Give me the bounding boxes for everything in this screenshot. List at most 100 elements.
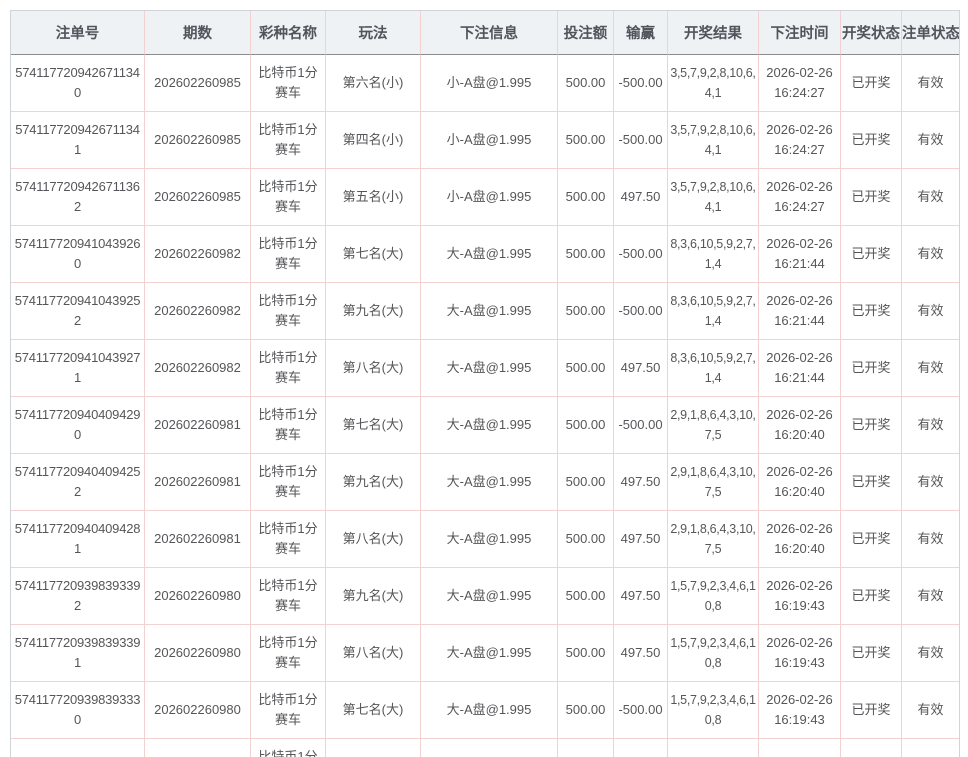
cell-period: 202602260982 <box>145 340 251 397</box>
cell-result: 2,9,1,8,6,4,3,10,7,5 <box>668 511 759 568</box>
cell-lottery: 比特币1分赛车 <box>251 739 326 757</box>
cell-order_id: 5741177209404094290 <box>11 397 145 454</box>
bet-table-body: 5741177209426711340202602260985比特币1分赛车第六… <box>11 55 959 757</box>
cell-bet_info: 大-A盘@1.995 <box>421 283 558 340</box>
cell-result: 5,2,4,9,7,8,3,1 <box>668 739 759 757</box>
cell-order_status: 有效 <box>902 625 959 682</box>
cell-lottery: 比特币1分赛车 <box>251 340 326 397</box>
cell-period: 202602260979 <box>145 739 251 757</box>
cell-win_loss: -500.00 <box>614 112 668 169</box>
cell-win_loss: 497.50 <box>614 568 668 625</box>
cell-amount: 500.00 <box>558 682 614 739</box>
cell-win_loss: -500.00 <box>614 226 668 283</box>
cell-order_id: 5741177209410439252 <box>11 283 145 340</box>
cell-result: 8,3,6,10,5,9,2,7,1,4 <box>668 226 759 283</box>
cell-draw_status: 已开奖 <box>841 568 902 625</box>
cell-play: 第八名(大) <box>326 340 421 397</box>
cell-period: 202602260980 <box>145 625 251 682</box>
cell-period: 202602260981 <box>145 454 251 511</box>
cell-bet_info: 大-A盘@1.995 <box>421 226 558 283</box>
cell-lottery: 比特币1分赛车 <box>251 625 326 682</box>
cell-win_loss: -500.00 <box>614 682 668 739</box>
cell-bet_time: 2026-02-26 16:19:43 <box>759 568 841 625</box>
cell-amount: 500.00 <box>558 340 614 397</box>
cell-result: 3,5,7,9,2,8,10,6,4,1 <box>668 55 759 112</box>
column-header-period: 期数 <box>145 11 251 55</box>
cell-bet_info: 大-A盘@1.995 <box>421 568 558 625</box>
cell-bet_time: 2026-02-26 16:21:44 <box>759 283 841 340</box>
cell-bet_time: 2026-02-26 <box>759 739 841 757</box>
cell-amount: 500.00 <box>558 397 614 454</box>
cell-bet_time: 2026-02-26 16:19:43 <box>759 625 841 682</box>
cell-play: 第七名(大) <box>326 226 421 283</box>
cell-play: 第四名(小) <box>326 112 421 169</box>
cell-draw_status: 已开奖 <box>841 340 902 397</box>
column-header-order_status: 注单状态 <box>902 11 959 55</box>
cell-play: 第八名(大) <box>326 625 421 682</box>
cell-order_status: 有效 <box>902 568 959 625</box>
cell-amount: 500.00 <box>558 568 614 625</box>
cell-win_loss: 497.50 <box>614 340 668 397</box>
cell-bet_time: 2026-02-26 16:24:27 <box>759 169 841 226</box>
bet-records-page: 注单号期数彩种名称玩法下注信息投注额输赢开奖结果下注时间开奖状态注单状态 574… <box>0 0 968 757</box>
cell-draw_status: 已开奖 <box>841 511 902 568</box>
cell-lottery: 比特币1分赛车 <box>251 283 326 340</box>
cell-draw_status: 已开奖 <box>841 226 902 283</box>
table-row: 5741177209410439252202602260982比特币1分赛车第九… <box>11 283 959 340</box>
cell-order_id: 574117720939093 <box>11 739 145 757</box>
cell-bet_time: 2026-02-26 16:21:44 <box>759 226 841 283</box>
table-row: 574117720939093202602260979比特币1分赛车冠军(大)大… <box>11 739 959 757</box>
cell-result: 2,9,1,8,6,4,3,10,7,5 <box>668 454 759 511</box>
column-header-draw_status: 开奖状态 <box>841 11 902 55</box>
cell-amount: 500.00 <box>558 511 614 568</box>
cell-amount: 200.00 <box>558 739 614 757</box>
cell-period: 202602260982 <box>145 283 251 340</box>
cell-bet_info: 大-A盘@1.995 <box>421 682 558 739</box>
cell-win_loss: 497.50 <box>614 625 668 682</box>
column-header-play: 玩法 <box>326 11 421 55</box>
cell-result: 8,3,6,10,5,9,2,7,1,4 <box>668 340 759 397</box>
cell-draw_status: 已开奖 <box>841 112 902 169</box>
cell-lottery: 比特币1分赛车 <box>251 454 326 511</box>
cell-play: 第九名(大) <box>326 283 421 340</box>
cell-bet_time: 2026-02-26 16:24:27 <box>759 112 841 169</box>
table-row: 5741177209426711340202602260985比特币1分赛车第六… <box>11 55 959 112</box>
bet-records-table: 注单号期数彩种名称玩法下注信息投注额输赢开奖结果下注时间开奖状态注单状态 574… <box>10 10 960 757</box>
cell-draw_status: 已开奖 <box>841 55 902 112</box>
table-row: 5741177209410439271202602260982比特币1分赛车第八… <box>11 340 959 397</box>
cell-draw_status: 已开奖 <box>841 397 902 454</box>
table-row: 5741177209426711362202602260985比特币1分赛车第五… <box>11 169 959 226</box>
cell-bet_info: 小-A盘@1.995 <box>421 112 558 169</box>
cell-bet_time: 2026-02-26 16:20:40 <box>759 511 841 568</box>
cell-order_id: 5741177209410439271 <box>11 340 145 397</box>
cell-amount: 500.00 <box>558 226 614 283</box>
cell-order_status: 有效 <box>902 454 959 511</box>
cell-win_loss: 497.50 <box>614 454 668 511</box>
cell-bet_time: 2026-02-26 16:21:44 <box>759 340 841 397</box>
cell-bet_info: 大-A盘@1.995 <box>421 454 558 511</box>
cell-lottery: 比特币1分赛车 <box>251 55 326 112</box>
column-header-bet_info: 下注信息 <box>421 11 558 55</box>
cell-lottery: 比特币1分赛车 <box>251 511 326 568</box>
cell-draw_status: 已开奖 <box>841 625 902 682</box>
cell-amount: 500.00 <box>558 169 614 226</box>
cell-order_status: 有效 <box>902 283 959 340</box>
cell-period: 202602260981 <box>145 511 251 568</box>
cell-order_id: 5741177209426711362 <box>11 169 145 226</box>
cell-bet_info: 大-A盘@1.995 <box>421 739 558 757</box>
cell-win_loss: -500.00 <box>614 397 668 454</box>
table-row: 5741177209404094281202602260981比特币1分赛车第八… <box>11 511 959 568</box>
cell-result: 1,5,7,9,2,3,4,6,10,8 <box>668 682 759 739</box>
cell-play: 第九名(大) <box>326 454 421 511</box>
cell-amount: 500.00 <box>558 283 614 340</box>
cell-bet_time: 2026-02-26 16:19:43 <box>759 682 841 739</box>
cell-lottery: 比特币1分赛车 <box>251 226 326 283</box>
cell-order_id: 5741177209410439260 <box>11 226 145 283</box>
column-header-win_loss: 输赢 <box>614 11 668 55</box>
cell-order_status: 有效 <box>902 112 959 169</box>
cell-result: 3,5,7,9,2,8,10,6,4,1 <box>668 169 759 226</box>
column-header-order_id: 注单号 <box>11 11 145 55</box>
cell-draw_status: 已开奖 <box>841 739 902 757</box>
cell-amount: 500.00 <box>558 625 614 682</box>
cell-draw_status: 已开奖 <box>841 283 902 340</box>
